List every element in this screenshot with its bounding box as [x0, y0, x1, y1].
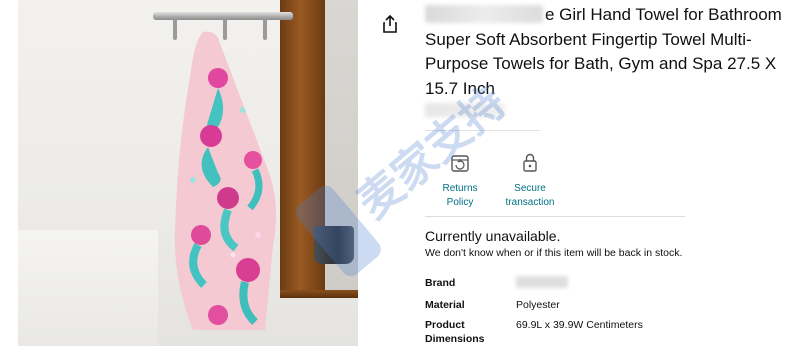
share-icon[interactable]	[380, 14, 400, 34]
spec-label: Brand	[425, 277, 456, 289]
mug-reflection	[314, 226, 354, 264]
returns-policy-label: Returns Policy	[442, 183, 478, 208]
spec-row-material: Material Polyester	[425, 298, 725, 312]
returns-policy-link[interactable]: Returns Policy	[428, 150, 492, 210]
secure-transaction-link[interactable]: Secure transaction	[500, 150, 560, 210]
lock-icon	[523, 153, 537, 172]
section-divider	[425, 216, 685, 217]
spec-row-dimensions: Product Dimensions 69.9L x 39.9W Centime…	[425, 318, 725, 346]
spec-value: Polyester	[516, 299, 560, 311]
redacted-brand	[425, 5, 543, 23]
secure-transaction-label: Secure transaction	[505, 183, 555, 208]
returns-box-icon	[451, 155, 469, 172]
mirror-frame-bottom	[280, 290, 358, 298]
product-specs: Brand Material Polyester Product Dimensi…	[425, 276, 725, 352]
spec-label: Material	[425, 299, 465, 311]
availability-note: We don't know when or if this item will …	[425, 247, 683, 259]
spec-value: 69.9L x 39.9W Centimeters	[516, 319, 643, 331]
redacted-brand-value	[516, 276, 568, 288]
wall-background	[18, 230, 158, 346]
redacted-rating	[425, 103, 505, 117]
spec-label: Product Dimensions	[425, 319, 485, 345]
divider	[425, 130, 540, 131]
availability-status: Currently unavailable.	[425, 228, 561, 244]
spec-value	[516, 276, 568, 292]
product-title: e Girl Hand Towel for Bathroom Super Sof…	[425, 3, 797, 101]
spec-row-brand: Brand	[425, 276, 725, 292]
product-image[interactable]	[18, 0, 358, 346]
mermaid-towel	[174, 31, 277, 330]
